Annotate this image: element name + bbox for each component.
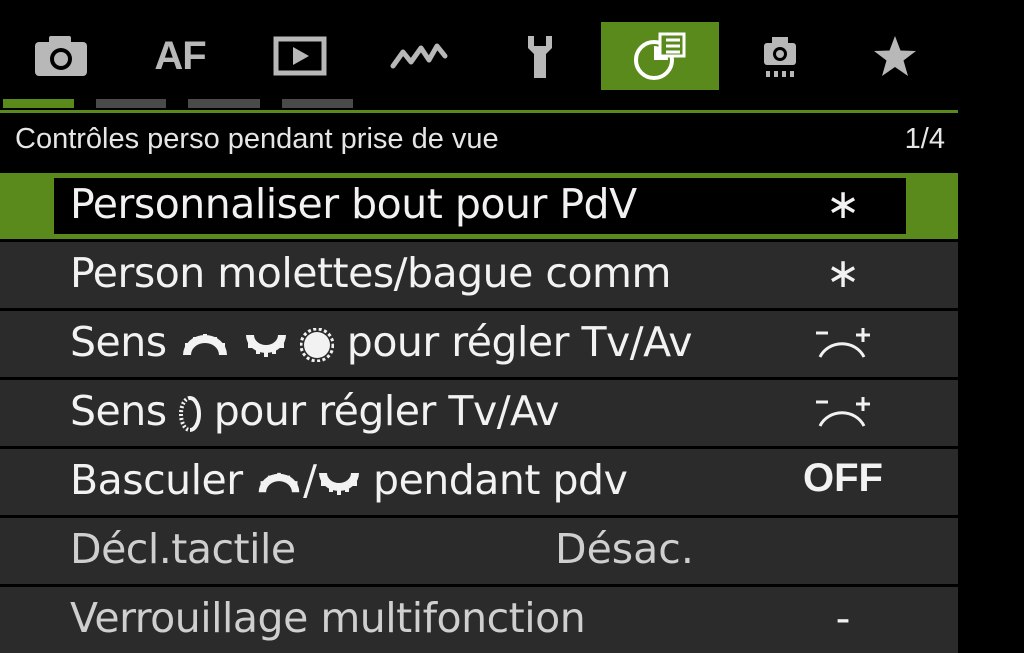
menu-item-value: [798, 387, 888, 435]
menu-item-value: -: [835, 594, 851, 642]
label-suffix: pour régler Tv/Av: [346, 318, 693, 366]
page-indicator-segment: [96, 99, 166, 108]
label-separator: /: [303, 456, 317, 504]
page-indicator-segment: [3, 99, 74, 108]
playback-icon: [273, 36, 327, 76]
menu-item-label: Sens pour régler Tv/Av: [70, 387, 559, 435]
tab-underline: [0, 110, 958, 113]
tab-custom-functions[interactable]: [601, 22, 719, 90]
menu-tab-bar: AF: [0, 22, 958, 113]
wrench-icon: [528, 36, 552, 78]
menu-item-label: Décl.tactile: [70, 525, 296, 573]
camera-icon: [35, 36, 87, 76]
menu-item-multi-function-lock[interactable]: Verrouillage multifonction -: [0, 587, 958, 653]
menu-item-value: OFF: [803, 456, 883, 500]
tab-playback[interactable]: [265, 22, 335, 90]
page-title: Contrôles perso pendant prise de vue: [15, 123, 499, 155]
tab-wireless[interactable]: [380, 22, 460, 90]
menu-item-dial-direction[interactable]: Sens pour régler Tv/Av: [0, 311, 958, 377]
label-suffix: pour régler Tv/Av: [213, 387, 560, 435]
menu-item-custom-dials[interactable]: Person molettes/bague comm ∗: [0, 242, 958, 308]
menu-item-switch-dials[interactable]: Basculer / pendant pdv OFF: [0, 449, 958, 515]
tab-my-menu-camera[interactable]: [745, 22, 815, 90]
star-icon: [874, 36, 916, 76]
menu-item-value: ∗: [825, 180, 861, 228]
my-menu-camera-icon: [764, 37, 796, 77]
menu-item-label: Verrouillage multifonction: [70, 594, 586, 642]
af-text: AF: [154, 33, 206, 78]
label-suffix: pendant pdv: [373, 456, 628, 504]
page-indicator-segment: [188, 99, 260, 108]
label-prefix: Sens: [70, 387, 167, 435]
menu-item-label: Personnaliser bout pour PdV: [70, 180, 637, 228]
label-prefix: Sens: [70, 318, 167, 366]
menu-item-label: Basculer / pendant pdv: [70, 456, 628, 504]
menu-item-value: ∗: [825, 249, 861, 297]
tab-setup[interactable]: [505, 22, 575, 90]
menu-item-touch-shutter[interactable]: Décl.tactile Désac.: [0, 518, 958, 584]
menu-item-label: Person molettes/bague comm: [70, 249, 671, 297]
label-prefix: Basculer: [70, 456, 243, 504]
page-indicator-segment: [282, 99, 353, 108]
menu-item-ring-direction[interactable]: Sens pour régler Tv/Av: [0, 380, 958, 446]
control-ring-icon: [300, 328, 335, 362]
tab-shooting[interactable]: [25, 22, 97, 90]
menu-item-value: Désac.: [555, 525, 694, 573]
lens-ring-icon: [179, 396, 202, 432]
menu-item-custom-buttons[interactable]: Personnaliser bout pour PdV ∗: [0, 173, 958, 239]
tab-my-menu[interactable]: [860, 22, 930, 90]
menu-header: Contrôles perso pendant prise de vue 1/4: [15, 123, 945, 163]
menu-item-label: Sens pour régler Tv/Av: [70, 318, 693, 366]
wireless-icon: [390, 43, 448, 69]
direction-minus-plus-icon: [816, 328, 870, 358]
direction-minus-plus-icon: [816, 397, 870, 427]
menu-item-value: [798, 318, 888, 366]
main-dial-icon: [183, 334, 228, 355]
quick-dial-icon: [245, 335, 286, 357]
page-number: 1/4: [904, 123, 945, 155]
main-dial-icon: [258, 472, 300, 493]
custom-functions-icon: [634, 32, 686, 80]
quick-dial-icon: [318, 473, 359, 495]
tab-af[interactable]: AF: [140, 22, 220, 90]
